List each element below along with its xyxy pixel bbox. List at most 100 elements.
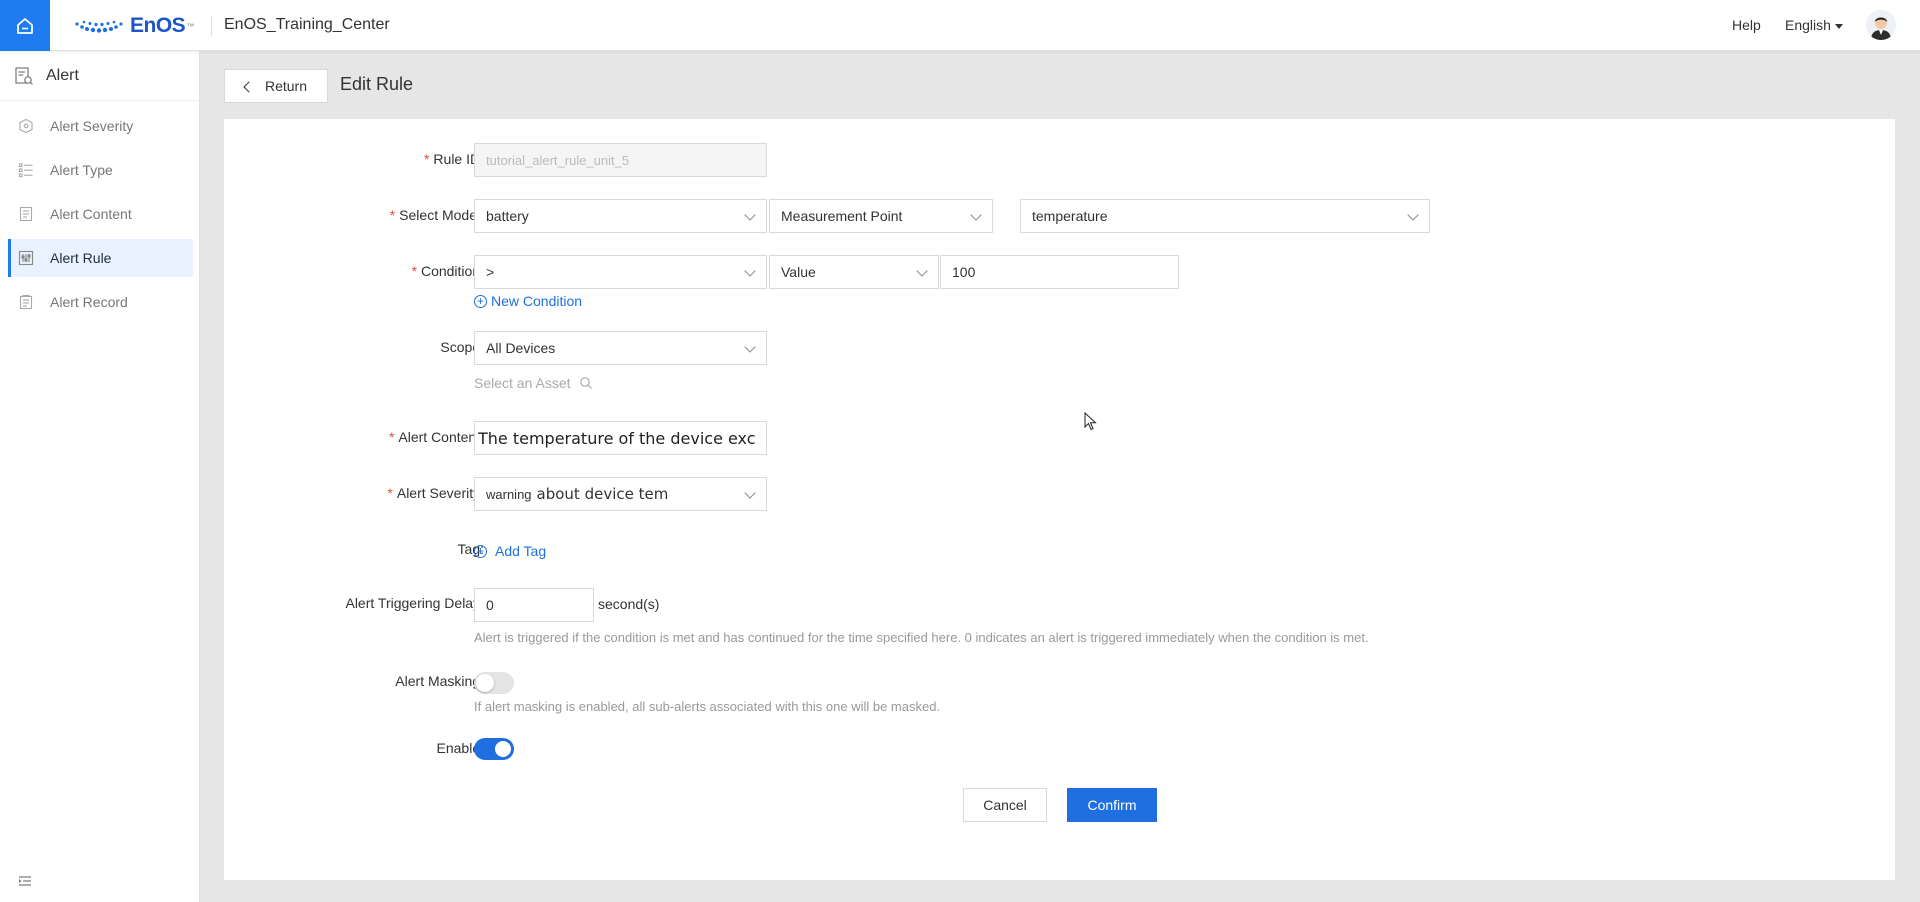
chevron-down-icon (744, 209, 756, 221)
condition-operator-select[interactable]: > (474, 255, 767, 289)
sidebar-menu: Alert Severity Alert Type Alert Content … (0, 101, 199, 321)
severity-icon (18, 118, 34, 134)
delay-label: Alert Triggering Delay: (224, 595, 484, 611)
sidebar-item-label: Alert Content (50, 206, 132, 222)
new-condition-link[interactable]: + New Condition (474, 293, 582, 309)
sidebar-item-label: Alert Severity (50, 118, 134, 134)
delay-hint: Alert is triggered if the condition is m… (474, 630, 1369, 645)
condition-value: 100 (952, 264, 976, 280)
alert-masking-toggle[interactable] (474, 672, 514, 694)
point-type-value: Measurement Point (781, 208, 903, 224)
home-icon (17, 17, 33, 34)
rule-id-label: *Rule ID: (224, 151, 484, 167)
add-circle-icon: + (474, 544, 487, 558)
select-asset-label: Select an Asset (474, 375, 571, 391)
add-tag-link[interactable]: + Add Tag (474, 543, 546, 559)
point-type-select[interactable]: Measurement Point (769, 199, 993, 233)
scope-select[interactable]: All Devices (474, 331, 767, 365)
chevron-down-icon (1407, 209, 1419, 221)
delay-value: 0 (486, 597, 494, 613)
sidebar-title: Alert (46, 66, 79, 84)
sidebar-header: Alert (0, 51, 199, 101)
alert-severity-value-small: warning (486, 486, 532, 502)
chevron-down-icon (744, 265, 756, 277)
chevron-down-icon (916, 265, 928, 277)
alert-module-icon (15, 66, 33, 85)
page-title: Edit Rule (340, 74, 414, 94)
required-asterisk: * (423, 151, 430, 167)
home-button[interactable] (0, 0, 50, 51)
collapse-sidebar-button[interactable] (18, 874, 32, 886)
measurement-point-select[interactable]: temperature (1020, 199, 1430, 233)
sidebar-item-label: Alert Record (50, 294, 128, 310)
enable-label: Enable: (224, 740, 484, 756)
user-avatar-icon (1866, 10, 1896, 40)
scope-label: Scope: (224, 339, 484, 355)
required-asterisk: * (387, 485, 393, 501)
measurement-point-value: temperature (1032, 208, 1108, 224)
delay-label-text: Alert Triggering Delay (345, 595, 481, 611)
search-icon (579, 377, 592, 389)
avatar[interactable] (1866, 10, 1896, 40)
return-label: Return (264, 78, 308, 94)
sidebar-item-alert-content[interactable]: Alert Content (8, 195, 193, 233)
sidebar-item-alert-rule[interactable]: Alert Rule (8, 239, 193, 277)
mouse-cursor-icon (1084, 411, 1098, 435)
alert-severity-select[interactable]: warning about device tem (474, 477, 767, 511)
condition-value-input[interactable]: 100 (940, 255, 1179, 289)
select-model-label: *Select Model: (224, 207, 484, 223)
chevron-down-icon (744, 487, 756, 499)
masking-label-text: Alert Masking (395, 673, 481, 689)
rule-id-input[interactable]: tutorial_alert_rule_unit_5 (474, 143, 767, 177)
tag-label: Tag: (224, 541, 484, 557)
add-tag-label: Add Tag (495, 543, 547, 559)
sidebar-item-label: Alert Type (50, 162, 113, 178)
masking-label: Alert Masking: (224, 673, 484, 689)
delay-unit: second(s) (598, 596, 660, 612)
return-button[interactable]: Return (224, 69, 328, 103)
logo-trademark: ™ (186, 21, 195, 31)
top-bar: EnOS ™ EnOS_Training_Center Help English (0, 0, 1920, 51)
sidebar: Alert Alert Severity Alert Type Alert Co… (0, 51, 200, 902)
model-select[interactable]: battery (474, 199, 767, 233)
language-label: English (1785, 17, 1831, 33)
alert-content-label-text: Alert Content (398, 429, 481, 445)
condition-type-select[interactable]: Value (769, 255, 939, 289)
condition-label: *Condition: (224, 263, 485, 279)
new-condition-label: New Condition (491, 293, 583, 309)
alert-content-label: *Alert Content: (224, 429, 484, 445)
logo-text: EnOS (130, 14, 186, 37)
required-asterisk: * (389, 207, 396, 223)
enable-toggle[interactable] (474, 738, 514, 760)
alert-content-value: The temperature of the device exc (478, 428, 756, 448)
language-dropdown[interactable]: English (1785, 17, 1843, 33)
confirm-button[interactable]: Confirm (1067, 788, 1157, 822)
edit-rule-form: *Rule ID: tutorial_alert_rule_unit_5 *Se… (224, 119, 1895, 880)
collapse-menu-icon (19, 876, 31, 886)
chevron-left-icon (243, 80, 255, 93)
condition-type-value: Value (781, 264, 816, 280)
list-icon (18, 162, 34, 178)
caret-down-icon (1834, 23, 1843, 29)
enos-logo[interactable]: EnOS ™ (74, 14, 194, 38)
toggle-knob (495, 741, 511, 757)
delay-input[interactable]: 0 (474, 588, 594, 622)
model-select-value: battery (486, 208, 529, 224)
condition-operator-value: > (486, 264, 495, 280)
sidebar-item-alert-type[interactable]: Alert Type (8, 151, 193, 189)
app-title: EnOS_Training_Center (224, 16, 390, 33)
record-icon (18, 294, 34, 310)
required-asterisk: * (411, 263, 417, 279)
cancel-button[interactable]: Cancel (963, 788, 1047, 822)
rule-icon (18, 250, 34, 266)
sidebar-item-alert-severity[interactable]: Alert Severity (8, 107, 193, 145)
help-link[interactable]: Help (1732, 17, 1761, 33)
rule-id-value: tutorial_alert_rule_unit_5 (486, 152, 630, 168)
sidebar-item-alert-record[interactable]: Alert Record (8, 283, 193, 321)
alert-content-select[interactable]: The temperature of the device exc (474, 421, 767, 455)
select-asset-link[interactable]: Select an Asset (474, 375, 593, 391)
alert-severity-value-large: about device tem (536, 485, 669, 503)
masking-hint: If alert masking is enabled, all sub-ale… (474, 699, 941, 714)
required-asterisk: * (388, 429, 395, 445)
logo-dots-icon (75, 20, 123, 33)
